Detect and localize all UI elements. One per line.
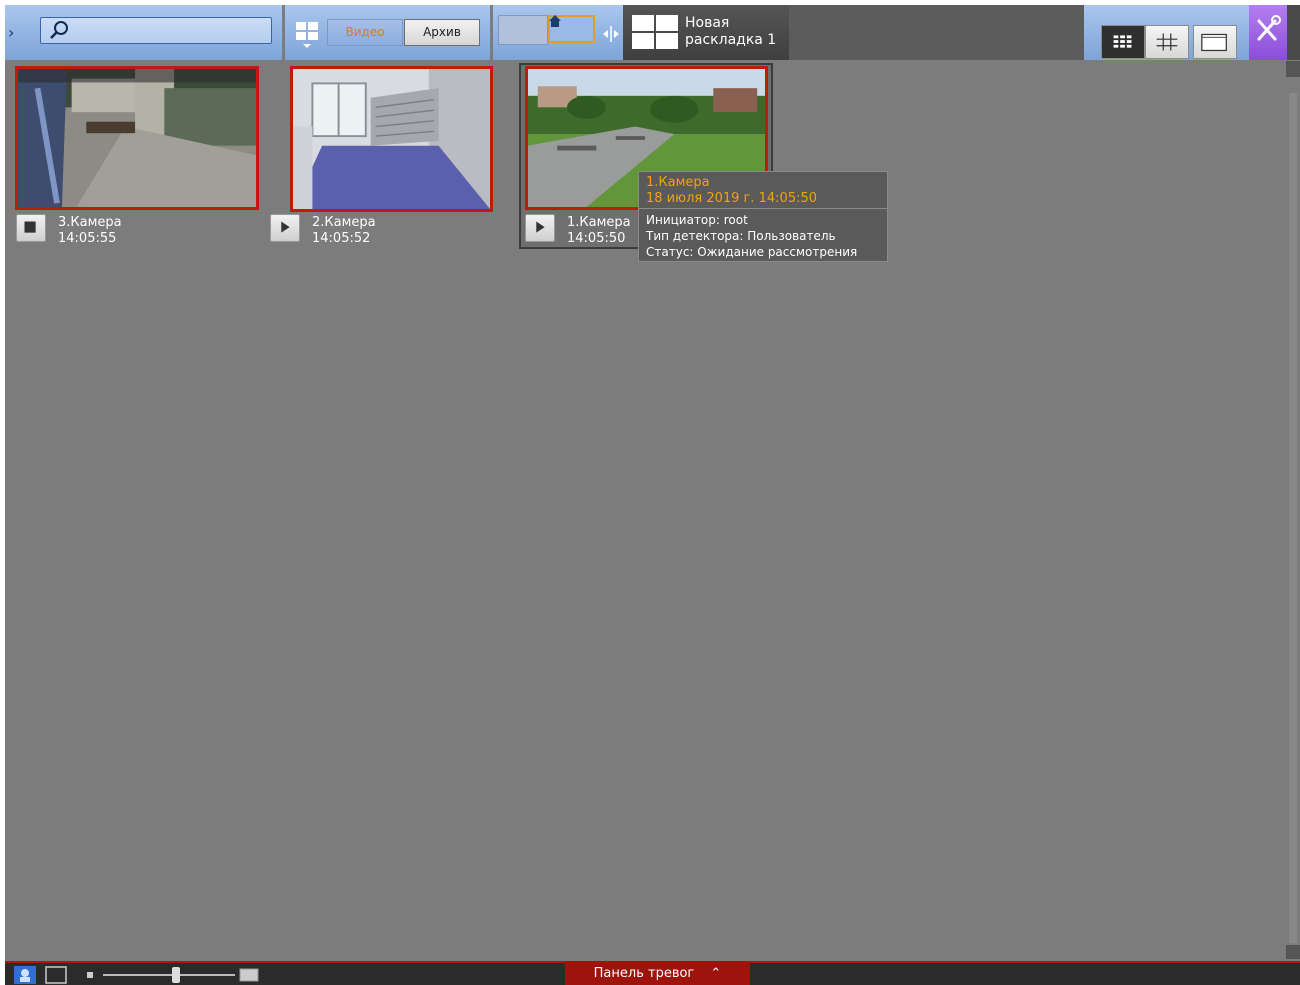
grid-icon xyxy=(1113,35,1132,48)
tooltip-initiator: Инициатор: root xyxy=(646,213,748,227)
window-edge-controls[interactable] xyxy=(1287,5,1300,60)
frame-toggle-icon[interactable] xyxy=(45,966,67,984)
camera-1-play-button[interactable] xyxy=(525,214,555,242)
tools-icon xyxy=(1257,15,1281,41)
layout-name[interactable]: Новая раскладка 1 xyxy=(685,15,785,49)
home-icon xyxy=(549,15,561,27)
camera-3-name: 3.Камера xyxy=(58,215,122,230)
camera-1-time: 14:05:50 xyxy=(567,231,626,246)
alarm-panel-tab[interactable]: Панель тревог ⌃ xyxy=(565,961,750,985)
view-free-layout-button[interactable] xyxy=(1145,25,1189,59)
layout-preview-1[interactable] xyxy=(498,15,548,45)
play-icon xyxy=(281,221,290,233)
chevron-up-icon: ⌃ xyxy=(710,966,722,981)
tooltip-datetime: 18 июля 2019 г. 14:05:50 xyxy=(646,191,818,206)
view-single-button[interactable] xyxy=(1193,25,1237,59)
camera-3-image xyxy=(18,69,256,207)
scrollbar-thumb[interactable] xyxy=(1289,93,1297,943)
toolbar-spacer xyxy=(789,5,1084,60)
alarm-panel-label: Панель тревог xyxy=(593,966,695,981)
zoom-slider-handle[interactable] xyxy=(171,967,180,983)
zoom-slider[interactable] xyxy=(103,974,235,976)
layout-name-line1: Новая xyxy=(685,15,730,31)
layout-thumbnail-icon xyxy=(632,15,678,49)
expand-arrow-icon[interactable]: › xyxy=(8,23,14,42)
search-input[interactable] xyxy=(40,17,272,44)
tooltip-camera-name: 1.Камера xyxy=(646,175,710,190)
zoom-in-icon[interactable] xyxy=(239,968,259,982)
scroll-down-arrow-icon[interactable] xyxy=(1286,945,1300,959)
play-icon xyxy=(536,221,545,233)
layout-name-line2: раскладка 1 xyxy=(685,32,777,48)
tooltip-header: 1.Камера 18 июля 2019 г. 14:05:50 xyxy=(639,172,887,209)
tooltip-detector-type: Тип детектора: Пользователь xyxy=(646,229,836,243)
alarm-tooltip: 1.Камера 18 июля 2019 г. 14:05:50 Инициа… xyxy=(638,171,888,262)
camera-3-time: 14:05:55 xyxy=(58,231,117,246)
stop-icon xyxy=(24,221,36,233)
zoom-out-icon[interactable] xyxy=(87,972,93,978)
search-icon xyxy=(50,21,68,39)
bottom-bar: Панель тревог ⌃ xyxy=(5,961,1300,985)
top-toolbar: › Видео Архив Новая раскладка 1 xyxy=(5,5,1300,60)
hash-icon xyxy=(1156,33,1178,51)
camera-2-image xyxy=(293,69,490,209)
camera-2-name: 2.Камера xyxy=(312,215,376,230)
alarm-tiles-icon[interactable] xyxy=(13,965,37,985)
scroll-up-arrow-icon[interactable] xyxy=(1286,61,1300,77)
splitter-arrows-icon[interactable] xyxy=(602,25,620,43)
archive-mode-button[interactable]: Архив xyxy=(404,19,480,46)
view-grid-button[interactable] xyxy=(1101,25,1145,59)
camera-2-play-button[interactable] xyxy=(270,214,300,242)
app-window: › Видео Архив Новая раскладка 1 3.Камера… xyxy=(5,5,1300,985)
tooltip-status: Статус: Ожидание рассмотрения xyxy=(646,245,858,259)
video-mode-button[interactable]: Видео xyxy=(327,19,403,46)
camera-2-video[interactable] xyxy=(290,66,493,212)
camera-1-name: 1.Камера xyxy=(567,215,631,230)
camera-3-stop-button[interactable] xyxy=(16,214,46,242)
single-window-icon xyxy=(1201,33,1227,52)
layout-grid-icon[interactable] xyxy=(295,21,319,49)
camera-2-time: 14:05:52 xyxy=(312,231,371,246)
camera-3-video[interactable] xyxy=(15,66,259,210)
settings-button[interactable] xyxy=(1249,5,1287,60)
